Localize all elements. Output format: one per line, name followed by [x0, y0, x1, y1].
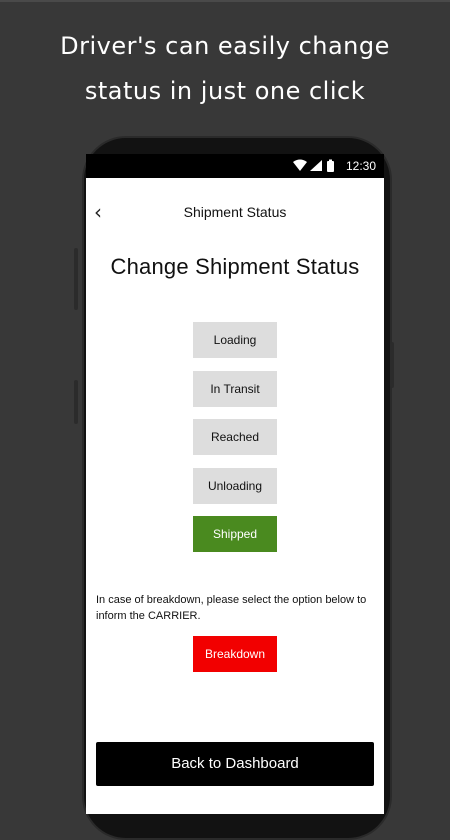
status-icons: [293, 159, 334, 172]
phone-side-button-left-1: [74, 248, 78, 310]
top-divider: [0, 0, 450, 2]
phone-side-button-left-2: [74, 380, 78, 424]
breakdown-button[interactable]: Breakdown: [193, 636, 277, 672]
app-bar-title: Shipment Status: [183, 204, 287, 220]
promo-headline-line2: status in just one click: [84, 77, 366, 105]
status-bar: 12:30: [86, 154, 384, 178]
page-title: Change Shipment Status: [110, 254, 360, 279]
signal-icon: [310, 160, 322, 171]
status-option-reached[interactable]: Reached: [193, 419, 277, 455]
promo-headline: Driver's can easily change status in jus…: [0, 24, 450, 114]
back-to-dashboard-button[interactable]: Back to Dashboard: [96, 742, 374, 786]
status-option-unloading[interactable]: Unloading: [193, 467, 277, 504]
promo-headline-line1: Driver's can easily change: [60, 32, 390, 60]
status-option-in-transit[interactable]: In Transit: [193, 370, 277, 407]
breakdown-note: In case of breakdown, please select the …: [96, 594, 367, 622]
wifi-icon: [293, 159, 307, 171]
phone-screen: 12:30 ‹ Shipment Status Change Shipment …: [86, 154, 384, 814]
status-time: 12:30: [345, 159, 376, 173]
status-option-shipped[interactable]: Shipped: [193, 516, 277, 552]
phone-side-button-right: [390, 342, 394, 388]
battery-icon: [327, 161, 334, 172]
app-bar: ‹ Shipment Status: [86, 194, 384, 230]
status-option-loading[interactable]: Loading: [193, 322, 277, 358]
